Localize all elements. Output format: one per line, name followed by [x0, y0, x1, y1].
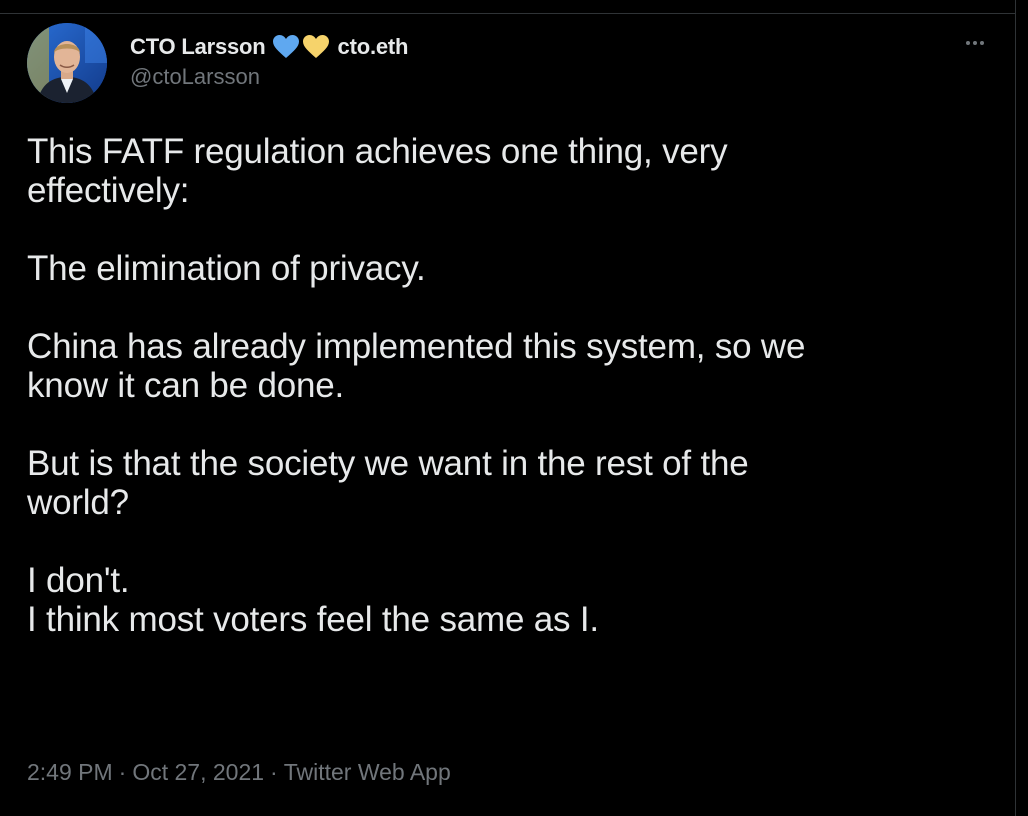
ens-name[interactable]: cto.eth: [338, 34, 409, 60]
text-line: I think most voters feel the same as I.: [27, 600, 599, 639]
right-divider: [1015, 0, 1016, 816]
display-name[interactable]: CTO Larsson: [130, 34, 266, 60]
text-line: This FATF regulation achieves one thing,…: [27, 132, 728, 171]
heart-emojis: [272, 34, 330, 60]
tweet-source-link[interactable]: Twitter Web App: [284, 759, 451, 786]
tweet-date[interactable]: Oct 27, 2021: [132, 759, 264, 786]
tweet-metadata: 2:49 PM · Oct 27, 2021 · Twitter Web App: [27, 759, 451, 786]
avatar[interactable]: [27, 23, 107, 103]
profile-photo: [27, 23, 107, 103]
text-line: know it can be done.: [27, 366, 345, 405]
user-handle[interactable]: @ctoLarsson: [130, 64, 408, 90]
tweet-text: This FATF regulation achieves one thing,…: [27, 132, 987, 639]
tweet-card[interactable]: CTO Larsson cto.eth @ctoLarsson This FAT…: [0, 14, 1015, 816]
text-line: The elimination of privacy.: [27, 249, 426, 288]
meta-separator: ·: [270, 759, 278, 785]
text-line: I don't.: [27, 561, 130, 600]
text-line: effectively:: [27, 171, 190, 210]
tweet-time[interactable]: 2:49 PM: [27, 759, 113, 786]
more-dot-icon: [966, 41, 970, 45]
tweet-paragraph: This FATF regulation achieves one thing,…: [27, 132, 987, 210]
more-dot-icon: [973, 41, 977, 45]
blue-heart-icon: [272, 35, 299, 58]
more-options-button[interactable]: [958, 32, 992, 54]
author-block[interactable]: CTO Larsson cto.eth @ctoLarsson: [130, 32, 408, 90]
tweet-paragraph: I don't. I think most voters feel the sa…: [27, 561, 987, 639]
meta-separator: ·: [118, 759, 127, 785]
yellow-heart-icon: [302, 35, 329, 58]
tweet-paragraph: China has already implemented this syste…: [27, 327, 987, 405]
tweet-paragraph: The elimination of privacy.: [27, 249, 987, 288]
tweet-paragraph: But is that the society we want in the r…: [27, 444, 987, 522]
name-row: CTO Larsson cto.eth: [130, 32, 408, 62]
text-line: But is that the society we want in the r…: [27, 444, 749, 483]
text-line: China has already implemented this syste…: [27, 327, 806, 366]
text-line: world?: [27, 483, 129, 522]
more-dot-icon: [980, 41, 984, 45]
